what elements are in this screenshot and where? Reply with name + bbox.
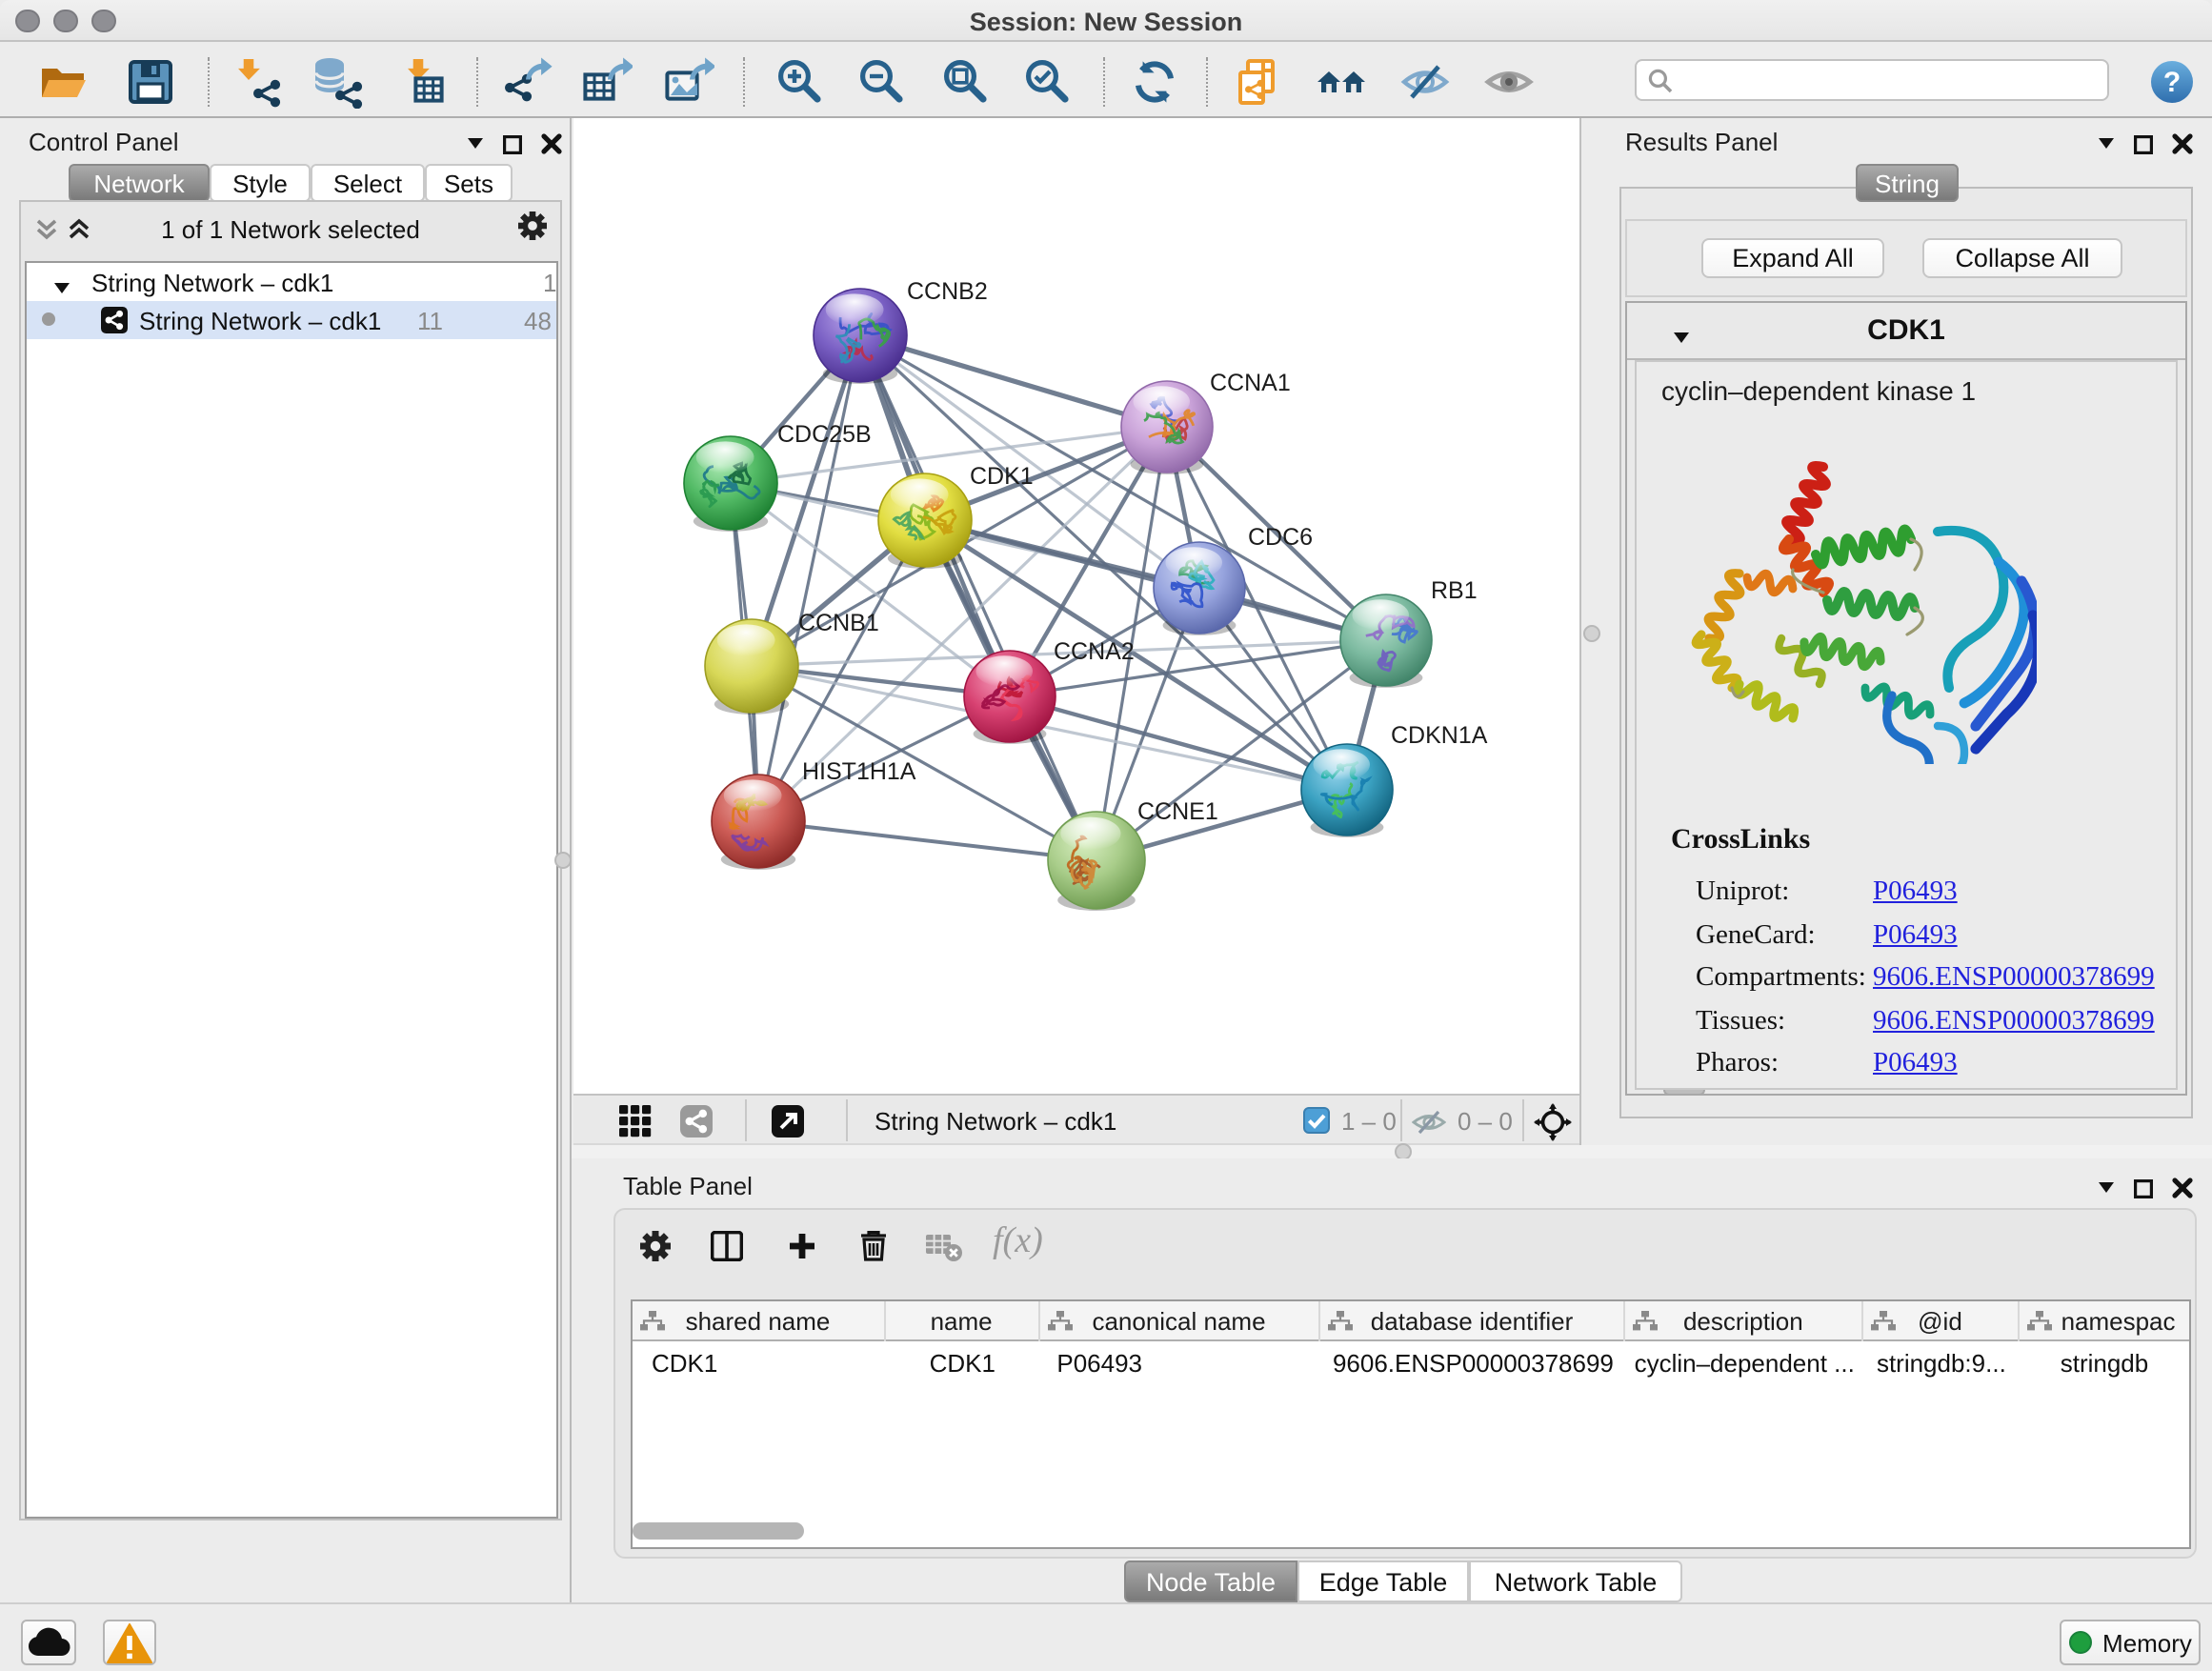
svg-text:CCNA1: CCNA1 (1210, 370, 1291, 396)
svg-text:RB1: RB1 (1431, 577, 1478, 604)
svg-text:CDK1: CDK1 (970, 463, 1034, 490)
svg-text:CDKN1A: CDKN1A (1391, 722, 1488, 749)
svg-text:CCNE1: CCNE1 (1137, 798, 1218, 825)
svg-text:CCNB2: CCNB2 (907, 278, 988, 305)
svg-text:CCNA2: CCNA2 (1054, 638, 1135, 665)
svg-text:HIST1H1A: HIST1H1A (802, 758, 916, 785)
svg-text:?: ? (2163, 67, 2181, 98)
svg-text:CCNB1: CCNB1 (798, 610, 879, 636)
svg-text:CDC6: CDC6 (1248, 524, 1313, 551)
svg-text:CDC25B: CDC25B (777, 421, 872, 448)
